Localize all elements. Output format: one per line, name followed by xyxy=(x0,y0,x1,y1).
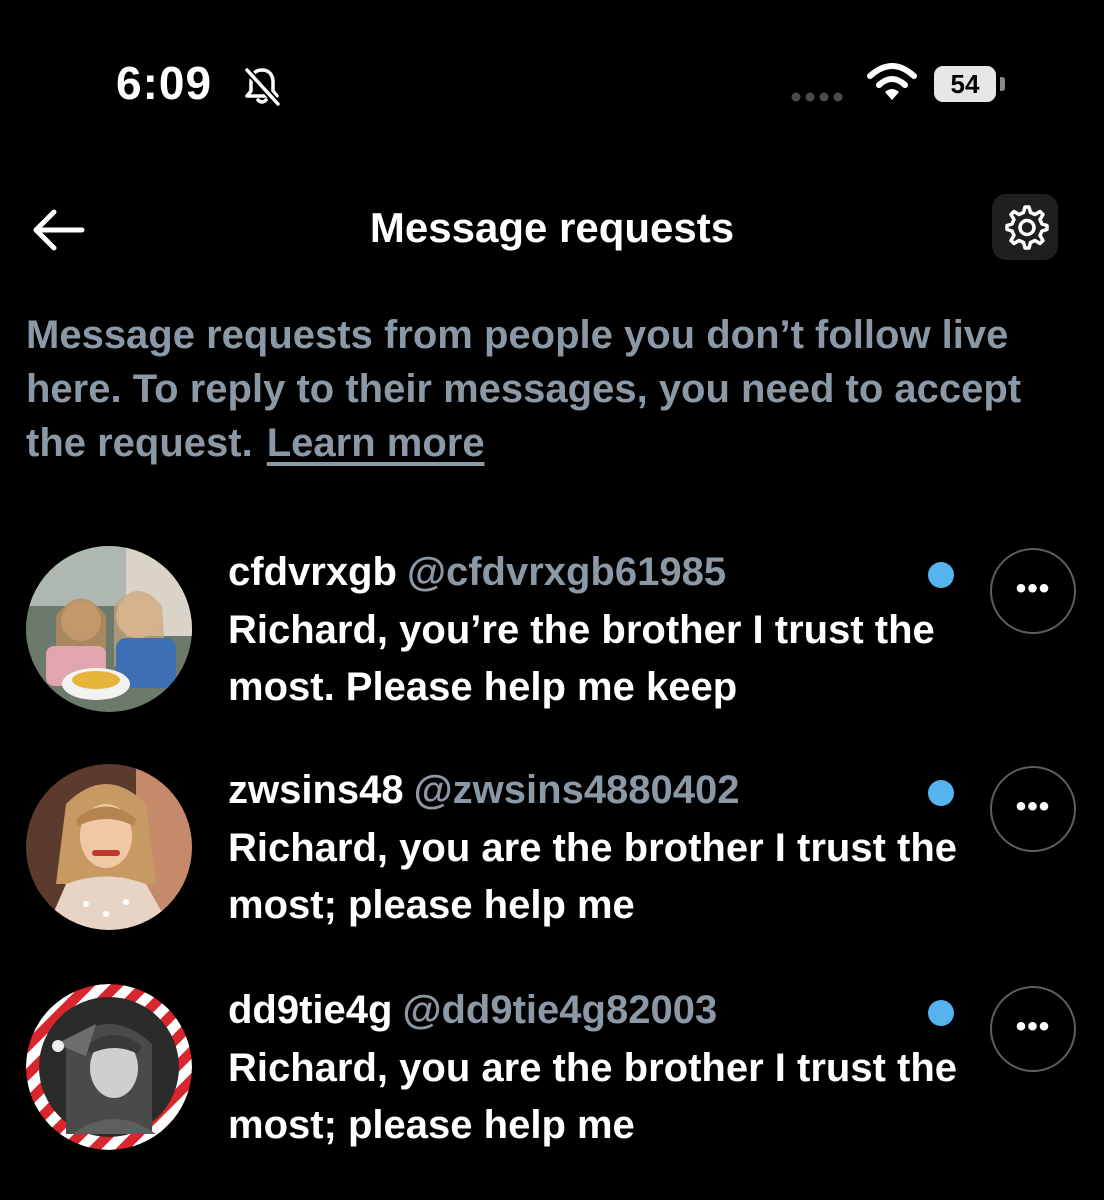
status-time: 6:09 xyxy=(116,57,213,109)
unread-dot xyxy=(928,1000,954,1026)
message-preview: Richard, you’re the brother I trust the … xyxy=(228,608,935,709)
avatar[interactable] xyxy=(26,764,192,930)
more-icon: ••• xyxy=(1015,572,1051,605)
user-handle: @cfdvrxgb61985 xyxy=(406,550,727,594)
display-name: dd9tie4g xyxy=(228,988,393,1032)
request-info-text: Message requests from people you don’t f… xyxy=(26,308,1086,470)
sender-name-line: zwsins48 @zwsins4880402 xyxy=(228,766,740,814)
header: Message requests xyxy=(0,180,1104,280)
message-request-item[interactable]: zwsins48 @zwsins4880402 Richard, you are … xyxy=(0,764,1104,964)
display-name: cfdvrxgb xyxy=(228,550,397,594)
more-options-button[interactable]: ••• xyxy=(990,986,1076,1072)
more-icon: ••• xyxy=(1015,790,1051,823)
unread-dot xyxy=(928,562,954,588)
settings-button[interactable] xyxy=(992,194,1058,260)
user-handle: @dd9tie4g82003 xyxy=(402,988,718,1032)
sender-name-line: cfdvrxgb @cfdvrxgb61985 xyxy=(228,548,726,596)
info-body: Message requests from people you don’t f… xyxy=(26,313,1022,465)
unread-dot xyxy=(928,780,954,806)
message-preview: Richard, you are the brother I trust the… xyxy=(228,826,958,927)
wifi-icon xyxy=(866,62,918,102)
bell-slash-icon xyxy=(240,64,284,108)
gear-icon xyxy=(1005,205,1049,250)
page-title: Message requests xyxy=(369,204,735,251)
battery-icon: 54 xyxy=(934,66,1005,102)
sender-name-line: dd9tie4g @dd9tie4g82003 xyxy=(228,986,717,1034)
display-name: zwsins48 xyxy=(228,768,404,812)
learn-more-link[interactable]: Learn more xyxy=(267,421,485,465)
avatar[interactable] xyxy=(26,546,192,712)
message-preview: Richard, you are the brother I trust the… xyxy=(228,1046,958,1147)
signal-icon xyxy=(790,90,850,102)
user-handle: @zwsins4880402 xyxy=(413,768,740,812)
more-icon: ••• xyxy=(1015,1010,1051,1043)
battery-level: 54 xyxy=(934,66,996,102)
avatar[interactable] xyxy=(26,984,192,1150)
status-bar: 6:09 54 xyxy=(0,0,1104,140)
more-options-button[interactable]: ••• xyxy=(990,548,1076,634)
more-options-button[interactable]: ••• xyxy=(990,766,1076,852)
message-request-item[interactable]: cfdvrxgb @cfdvrxgb61985 Richard, you’re t… xyxy=(0,546,1104,746)
battery-tip xyxy=(1000,77,1005,91)
message-request-item[interactable]: dd9tie4g @dd9tie4g82003 Richard, you are … xyxy=(0,984,1104,1184)
